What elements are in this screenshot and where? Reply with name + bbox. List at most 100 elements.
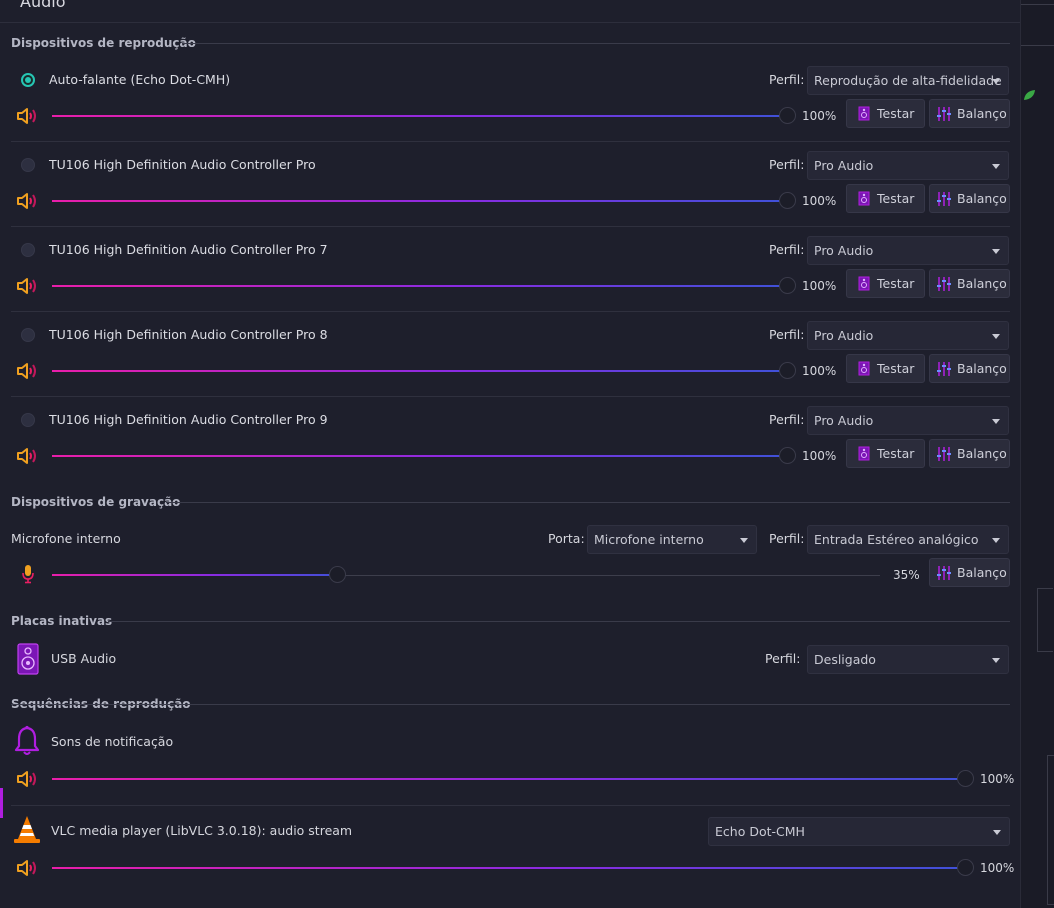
volume-slider-fill [52,455,787,457]
section-divider [108,621,1010,622]
volume-slider-fill [52,200,787,202]
chevron-down-icon [740,538,748,543]
volume-slider-handle[interactable] [779,107,796,124]
volume-slider-fill [52,285,787,287]
volume-slider-track[interactable] [52,285,787,287]
volume-slider-track[interactable] [52,115,787,117]
volume-slider-handle[interactable] [779,447,796,464]
device-name: TU106 High Definition Audio Controller P… [49,327,328,342]
speaker-box-icon [858,446,870,461]
speaker-icon[interactable] [16,446,40,466]
profile-label: Perfil: [769,412,805,427]
device-name: TU106 High Definition Audio Controller P… [49,157,316,172]
device-radio[interactable] [21,158,35,172]
volume-slider-fill [52,370,787,372]
section-title-inactive: Placas inativas [11,614,113,628]
row-divider [11,226,1010,227]
background-box [1037,588,1053,652]
balance-button-label: Balanço [957,191,1007,206]
profile-select[interactable]: Entrada Estéreo analógico [807,525,1009,554]
test-button[interactable]: Testar [846,269,925,298]
chevron-down-icon [992,79,1000,84]
port-select[interactable]: Microfone interno [587,525,757,554]
profile-select-value: Pro Audio [814,413,874,428]
test-button-label: Testar [877,361,915,376]
volume-slider-handle[interactable] [957,859,974,876]
profile-select-value: Pro Audio [814,328,874,343]
focus-indicator [0,788,3,818]
chevron-down-icon [992,164,1000,169]
equalizer-icon [937,277,951,291]
speaker-icon[interactable] [16,191,40,211]
port-label: Porta: [548,531,585,546]
title-bar: Áudio [0,0,1020,23]
speaker-icon[interactable] [16,858,40,878]
section-divider [166,502,1010,503]
profile-select[interactable]: Reprodução de alta-fidelidade [807,66,1009,95]
balance-button-label: Balanço [957,361,1007,376]
profile-select-value: Reprodução de alta-fidelidade [814,73,1002,88]
volume-slider-handle[interactable] [779,277,796,294]
volume-slider-handle[interactable] [957,770,974,787]
speaker-box-icon [858,361,870,376]
volume-slider-handle[interactable] [329,566,346,583]
device-radio[interactable] [21,328,35,342]
balance-button[interactable]: Balanço [929,184,1010,213]
background-line [1021,4,1054,5]
equalizer-icon [937,192,951,206]
test-button[interactable]: Testar [846,99,925,128]
device-name: TU106 High Definition Audio Controller P… [49,412,328,427]
test-button[interactable]: Testar [846,184,925,213]
profile-select[interactable]: Pro Audio [807,321,1009,350]
microphone-icon[interactable] [21,564,35,584]
chevron-down-icon [992,419,1000,424]
profile-select[interactable]: Pro Audio [807,236,1009,265]
section-divider [182,43,1010,44]
speaker-icon[interactable] [16,769,40,789]
leaf-icon [1024,90,1035,100]
volume-percent: 100% [802,279,837,293]
device-radio[interactable] [21,243,35,257]
balance-button[interactable]: Balanço [929,99,1010,128]
output-device-select[interactable]: Echo Dot-CMH [708,817,1010,846]
row-divider [11,396,1010,397]
device-radio-selected[interactable] [21,73,35,87]
profile-label: Perfil: [765,651,801,666]
volume-slider-fill [52,574,342,576]
device-radio[interactable] [21,413,35,427]
bell-icon [14,725,40,755]
balance-button[interactable]: Balanço [929,439,1010,468]
speaker-icon[interactable] [16,106,40,126]
volume-slider-track[interactable] [52,455,787,457]
volume-slider-track[interactable] [52,200,787,202]
speaker-icon[interactable] [16,276,40,296]
test-button[interactable]: Testar [846,439,925,468]
balance-button[interactable]: Balanço [929,269,1010,298]
row-divider [11,311,1010,312]
section-title-playback: Dispositivos de reprodução [11,36,196,50]
background-line [1021,45,1054,46]
balance-button[interactable]: Balanço [929,558,1010,587]
volume-slider-track[interactable] [52,574,880,576]
test-button-label: Testar [877,191,915,206]
balance-button-label: Balanço [957,276,1007,291]
profile-select[interactable]: Pro Audio [807,151,1009,180]
volume-slider-track[interactable] [52,778,965,780]
balance-button[interactable]: Balanço [929,354,1010,383]
test-button-label: Testar [877,446,915,461]
volume-percent: 100% [980,772,1015,786]
speaker-icon[interactable] [16,361,40,381]
chevron-down-icon [992,658,1000,663]
profile-label: Perfil: [769,327,805,342]
window-title: Áudio [20,0,66,11]
volume-slider-handle[interactable] [779,362,796,379]
equalizer-icon [937,362,951,376]
profile-select[interactable]: Desligado [807,645,1009,674]
profile-select[interactable]: Pro Audio [807,406,1009,435]
volume-percent: 35% [893,568,920,582]
test-button[interactable]: Testar [846,354,925,383]
volume-slider-track[interactable] [52,867,965,869]
volume-slider-track[interactable] [52,370,787,372]
volume-slider-handle[interactable] [779,192,796,209]
profile-select-value: Entrada Estéreo analógico [814,532,979,547]
